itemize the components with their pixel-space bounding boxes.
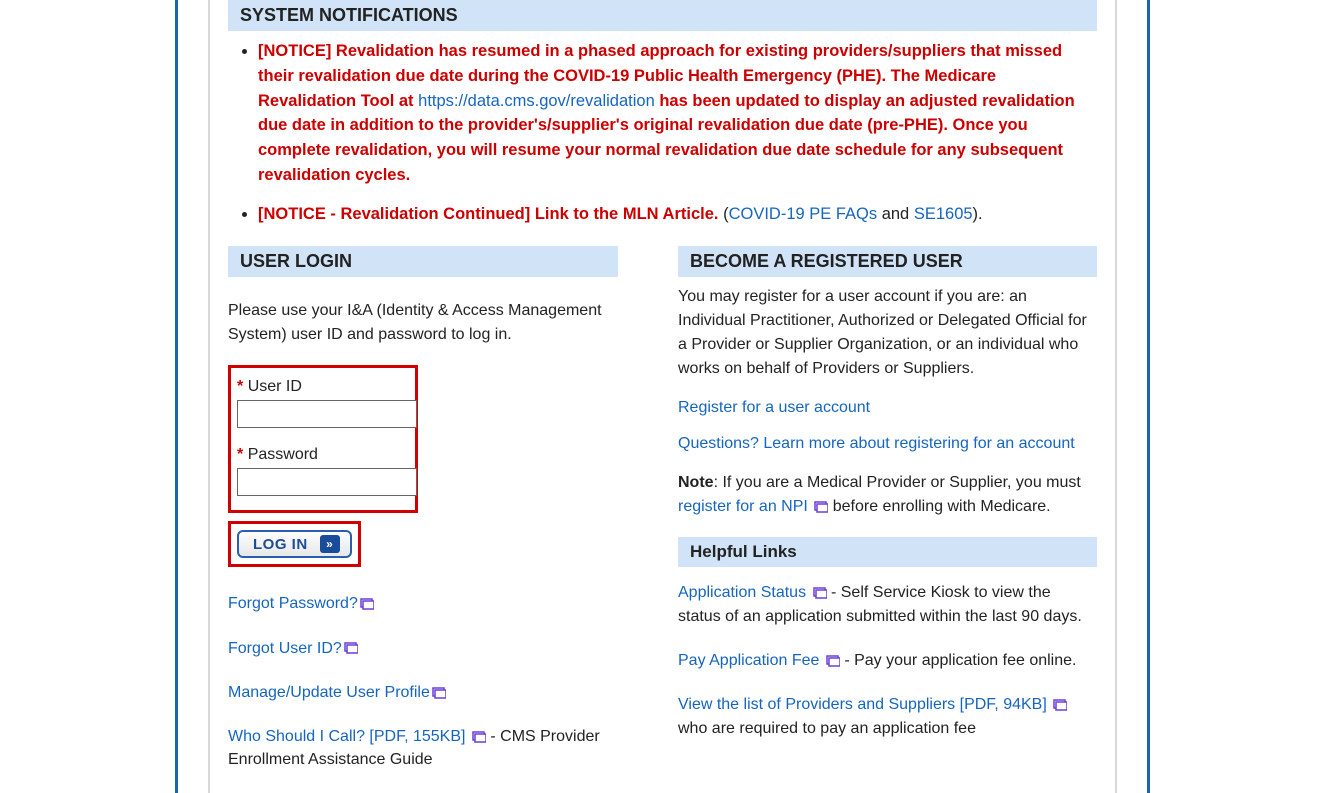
external-link-icon	[432, 687, 446, 699]
register-account-link[interactable]: Register for a user account	[678, 399, 870, 416]
become-registered-header: BECOME A REGISTERED USER	[678, 246, 1097, 277]
covid-faq-link[interactable]: COVID-19 PE FAQs	[729, 205, 878, 223]
note-text: : If you are a Medical Provider or Suppl…	[714, 474, 1081, 491]
revalidation-tool-link[interactable]: https://data.cms.gov/revalidation	[418, 92, 655, 110]
helpful-links-header: Helpful Links	[678, 537, 1097, 567]
external-link-icon	[826, 655, 840, 667]
notice-text: ).	[973, 205, 983, 223]
notification-item: [NOTICE] Revalidation has resumed in a p…	[258, 39, 1097, 188]
note-label: Note	[678, 474, 714, 491]
notice-text: and	[877, 205, 914, 223]
register-intro: You may register for a user account if y…	[678, 285, 1097, 381]
login-fields-highlight: * User ID * Password	[228, 365, 418, 513]
user-id-input[interactable]	[237, 400, 417, 428]
who-should-i-call-link[interactable]: Who Should I Call? [PDF, 155KB]	[228, 728, 465, 745]
login-button[interactable]: LOG IN »	[237, 530, 352, 558]
user-login-header: USER LOGIN	[228, 246, 618, 277]
external-link-icon	[814, 501, 828, 513]
external-link-icon	[472, 731, 486, 743]
questions-link[interactable]: Questions? Learn more about registering …	[678, 435, 1075, 452]
forgot-userid-link[interactable]: Forgot User ID?	[228, 640, 342, 657]
external-link-icon	[813, 587, 827, 599]
view-providers-list-link[interactable]: View the list of Providers and Suppliers…	[678, 696, 1047, 713]
login-instructions: Please use your I&A (Identity & Access M…	[228, 299, 618, 347]
password-label: * Password	[237, 446, 405, 464]
se1605-link[interactable]: SE1605	[914, 205, 973, 223]
password-label-text: Password	[248, 446, 318, 463]
external-link-icon	[1053, 699, 1067, 711]
notice-text: [NOTICE - Revalidation Continued] Link t…	[258, 205, 718, 223]
forgot-password-link[interactable]: Forgot Password?	[228, 595, 358, 612]
notice-text: (	[718, 205, 728, 223]
pay-fee-description: - Pay your application fee online.	[844, 652, 1076, 669]
login-button-highlight: LOG IN »	[228, 521, 361, 567]
register-npi-link[interactable]: register for an NPI	[678, 498, 808, 515]
external-link-icon	[344, 642, 358, 654]
application-status-link[interactable]: Application Status	[678, 584, 806, 601]
notification-item: [NOTICE - Revalidation Continued] Link t…	[258, 202, 1097, 227]
notifications-list: [NOTICE] Revalidation has resumed in a p…	[228, 39, 1097, 226]
pay-application-fee-link[interactable]: Pay Application Fee	[678, 652, 819, 669]
manage-profile-link[interactable]: Manage/Update User Profile	[228, 684, 430, 701]
view-list-description: who are required to pay an application f…	[678, 720, 976, 737]
user-id-label-text: User ID	[248, 378, 302, 395]
note-suffix: before enrolling with Medicare.	[833, 498, 1051, 515]
user-id-label: * User ID	[237, 378, 405, 396]
login-button-label: LOG IN	[253, 536, 308, 553]
system-notifications-header: SYSTEM NOTIFICATIONS	[228, 0, 1097, 31]
external-link-icon	[360, 598, 374, 610]
arrow-right-icon: »	[320, 535, 340, 553]
password-input[interactable]	[237, 468, 417, 496]
